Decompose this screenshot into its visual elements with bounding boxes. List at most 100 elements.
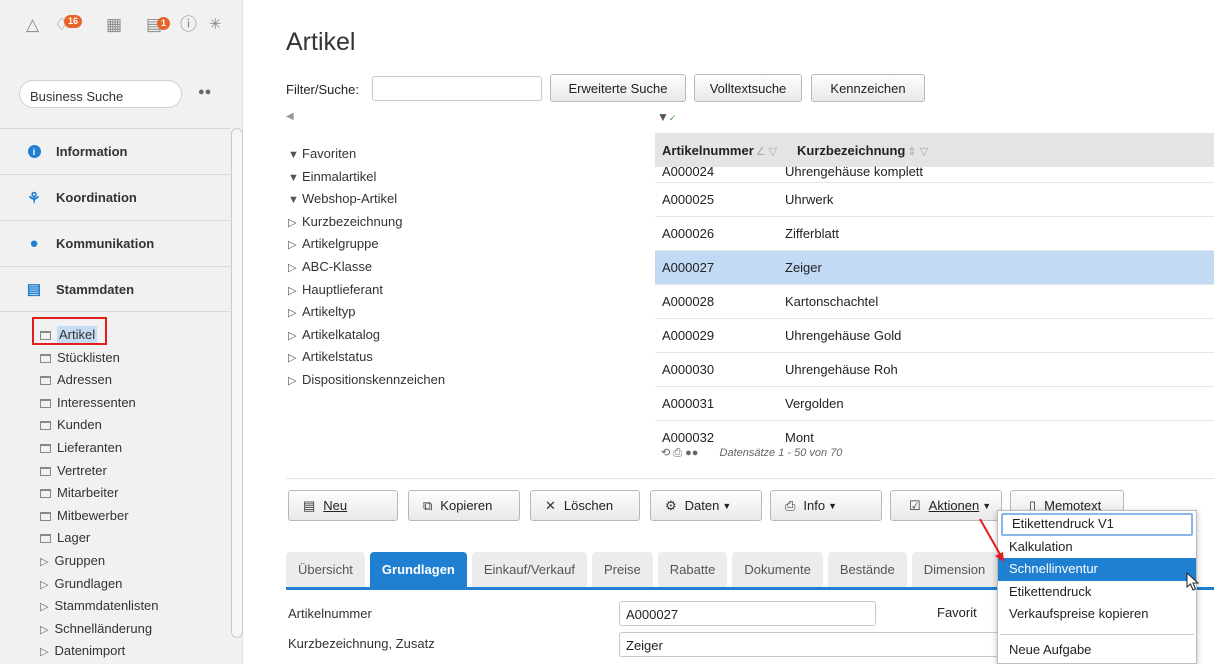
expand-arrow-icon: ▷ [288, 284, 297, 297]
nav-section-kommunikation[interactable]: ● Kommunikation [0, 220, 230, 266]
bottle-icon[interactable]: △ [26, 14, 39, 36]
menu-item-etikettendruck-v1[interactable]: Etikettendruck V1 [1001, 513, 1193, 536]
filter-label: Filter/Suche: [286, 82, 359, 97]
column-header-kurzbezeichnung[interactable]: Kurzbezeichnung ⇕ ▽ [797, 143, 928, 158]
kurzbezeichnung-field[interactable]: Zeiger [619, 632, 999, 657]
window-icon [40, 421, 51, 431]
sidebar-item-stuecklisten[interactable]: Stücklisten [40, 347, 159, 370]
table-row[interactable]: A000032 Mont [655, 421, 1214, 448]
nav-section-information[interactable]: i Information [0, 128, 230, 174]
table-row[interactable]: A000029 Uhrengehäuse Gold [655, 319, 1214, 353]
tree-item-favoriten[interactable]: ▼ Favoriten [288, 143, 445, 166]
sidebar-item-mitbewerber[interactable]: Mitbewerber [40, 505, 159, 528]
aktionen-button[interactable]: ☑ Aktionen ▼ [890, 490, 1002, 521]
neu-button[interactable]: ▤ Neu [288, 490, 398, 521]
table-row[interactable]: A000028 Kartonschachtel [655, 285, 1214, 319]
sidebar-item-gruppen[interactable]: ▷ Gruppen [40, 550, 159, 573]
window-icon [40, 466, 51, 476]
copy-icon: ⧉ [423, 497, 433, 513]
tab-bestaende[interactable]: Bestände [827, 552, 907, 587]
table-row[interactable]: A000024 Uhrengehäuse komplett [655, 165, 1214, 183]
nav-section-koordination[interactable]: ⚘ Koordination [0, 174, 230, 220]
expand-arrow-icon: ▷ [40, 555, 49, 568]
task-badge: 1 [157, 17, 171, 30]
refresh-icon[interactable]: ⟲ [661, 447, 670, 459]
sidebar: △ ♢ 16 ▦ ▤ 1 ⓘ ✳ Business Suche ●● i Inf… [0, 0, 243, 664]
sidebar-item-datenimport[interactable]: ▷ Datenimport [40, 640, 159, 663]
settings-icon[interactable]: ✳ [209, 14, 222, 36]
nav-section-stammdaten[interactable]: ▤ Stammdaten [0, 266, 230, 312]
table-body: A000024 Uhrengehäuse komplett A000025 Uhrw… [655, 165, 1214, 448]
new-document-icon: ▤ [303, 497, 316, 513]
tree-item-artikelgruppe[interactable]: ▷ Artikelgruppe [288, 233, 445, 256]
info-button[interactable]: ⎙ Info ▼ [770, 490, 882, 521]
search-options-icon[interactable]: ●● [198, 86, 211, 98]
tab-einkauf-verkauf[interactable]: Einkauf/Verkauf [471, 552, 587, 587]
artikelnummer-label: Artikelnummer [288, 606, 372, 621]
daten-button[interactable]: ⚙ Daten ▼ [650, 490, 762, 521]
detail-tabs: Übersicht Grundlagen Einkauf/Verkauf Pre… [286, 552, 1002, 587]
aktionen-dropdown-menu: Etikettendruck V1 Kalkulation Schnellinv… [997, 510, 1197, 664]
sidebar-item-lieferanten[interactable]: Lieferanten [40, 437, 159, 460]
erweiterte-suche-button[interactable]: Erweiterte Suche [550, 74, 686, 102]
table-row[interactable]: A000030 Uhrengehäuse Roh [655, 353, 1214, 387]
options-dots-icon[interactable]: ●● [685, 447, 698, 459]
kennzeichen-button[interactable]: Kennzeichen [811, 74, 925, 102]
sidebar-item-lager[interactable]: Lager [40, 527, 159, 550]
tab-uebersicht[interactable]: Übersicht [286, 552, 365, 587]
expand-arrow-icon: ▷ [288, 261, 297, 274]
expand-arrow-icon: ▷ [40, 646, 49, 659]
tree-item-artikelstatus[interactable]: ▷ Artikelstatus [288, 346, 445, 369]
tree-item-kurzbezeichnung[interactable]: ▷ Kurzbezeichnung [288, 211, 445, 234]
menu-item-kalkulation[interactable]: Kalkulation [998, 536, 1196, 559]
nav-section-label: Stammdaten [56, 281, 135, 297]
sidebar-item-grundlagen[interactable]: ▷ Grundlagen [40, 573, 159, 596]
print-icon[interactable]: ⎙ [673, 447, 682, 459]
sidebar-item-schnellaenderung[interactable]: ▷ Schnelländerung [40, 618, 159, 641]
tree-item-hauptlieferant[interactable]: ▷ Hauptlieferant [288, 279, 445, 302]
collapse-arrow-icon[interactable]: ◀ [286, 111, 294, 122]
artikelnummer-field[interactable]: A000027 [619, 601, 876, 626]
sidebar-item-vertreter[interactable]: Vertreter [40, 460, 159, 483]
sidebar-item-stammdatenlisten[interactable]: ▷ Stammdatenlisten [40, 595, 159, 618]
window-icon [40, 489, 51, 499]
tree-item-einmalartikel[interactable]: ▼ Einmalartikel [288, 166, 445, 189]
tab-rabatte[interactable]: Rabatte [657, 552, 728, 587]
sidebar-item-interessenten[interactable]: Interessenten [40, 392, 159, 415]
table-row[interactable]: A000031 Vergolden [655, 387, 1214, 421]
loeschen-button[interactable]: ✕ Löschen [530, 490, 640, 521]
window-icon [40, 534, 51, 544]
sort-filter-icon[interactable]: ∠ ▽ [756, 146, 777, 158]
tab-grundlagen[interactable]: Grundlagen [369, 552, 467, 587]
sidebar-item-mitarbeiter[interactable]: Mitarbeiter [40, 482, 159, 505]
menu-item-neue-aufgabe[interactable]: Neue Aufgabe [998, 639, 1196, 662]
business-search-input[interactable]: Business Suche [19, 80, 182, 108]
tab-dimension[interactable]: Dimension [911, 552, 998, 587]
volltextsuche-button[interactable]: Volltextsuche [694, 74, 802, 102]
table-row[interactable]: A000025 Uhrwerk [655, 183, 1214, 217]
menu-item-verkaufspreise-kopieren[interactable]: Verkaufspreise kopieren [998, 603, 1196, 626]
sort-filter-icon[interactable]: ⇕ ▽ [907, 146, 928, 158]
sidebar-item-kunden[interactable]: Kunden [40, 414, 159, 437]
tree-item-artikelkatalog[interactable]: ▷ Artikelkatalog [288, 324, 445, 347]
menu-item-schnellinventur[interactable]: Schnellinventur [998, 558, 1196, 581]
info-icon[interactable]: ⓘ [180, 14, 197, 36]
tab-preise[interactable]: Preise [591, 552, 653, 587]
tree-item-abc-klasse[interactable]: ▷ ABC-Klasse [288, 256, 445, 279]
calendar-icon[interactable]: ▦ [106, 14, 122, 36]
filter-check-icon[interactable]: ▼✓ [657, 110, 676, 124]
filter-search-input[interactable] [372, 76, 542, 101]
clipboard-icon: ☑ [909, 497, 921, 513]
kopieren-button[interactable]: ⧉ Kopieren [408, 490, 520, 521]
tree-item-artikeltyp[interactable]: ▷ Artikeltyp [288, 301, 445, 324]
column-header-artikelnummer[interactable]: Artikelnummer ∠ ▽ [655, 143, 797, 158]
tree-item-webshop-artikel[interactable]: ▼ Webshop-Artikel [288, 188, 445, 211]
table-row-selected[interactable]: A000027 Zeiger [655, 251, 1214, 285]
window-icon [40, 398, 51, 408]
table-row[interactable]: A000026 Zifferblatt [655, 217, 1214, 251]
tab-dokumente[interactable]: Dokumente [732, 552, 823, 587]
sidebar-scrollbar[interactable] [231, 128, 243, 638]
sidebar-item-adressen[interactable]: Adressen [40, 369, 159, 392]
tree-item-dispositionskennzeichen[interactable]: ▷ Dispositionskennzeichen [288, 369, 445, 392]
menu-item-etikettendruck[interactable]: Etikettendruck [998, 581, 1196, 604]
